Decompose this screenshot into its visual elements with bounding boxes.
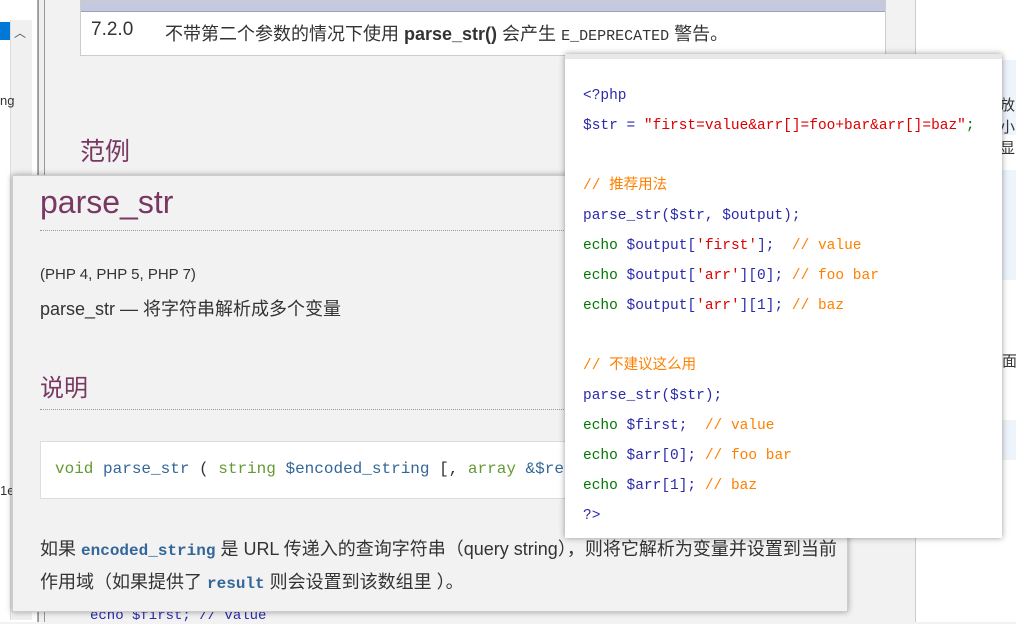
right-fragment: 小显 <box>1000 119 1016 157</box>
code-line: ?> <box>583 501 975 531</box>
code-token: echo <box>583 298 627 314</box>
version-cell: 7.2.0 <box>91 19 134 40</box>
description-cell: 不带第二个参数的情况下使用 parse_str() 会产生 E_DEPRECAT… <box>165 24 729 45</box>
refpurpose: parse_str — 将字符串解析成多个变量 <box>40 299 342 319</box>
code-line: echo $arr[0]; // foo bar <box>583 441 975 471</box>
code-line: $str = "first=value&arr[]=foo+bar&arr[]=… <box>583 111 975 141</box>
code-token: $first; <box>626 418 705 434</box>
code-token: // foo bar <box>791 268 879 284</box>
code-token: $arr[1]; <box>626 478 705 494</box>
code-token: ; <box>965 118 975 134</box>
code-token: // value <box>791 238 862 254</box>
right-fragment: 面 <box>1002 353 1016 370</box>
code-token: parse_str($str, $output); <box>583 208 801 224</box>
selected-item[interactable] <box>0 22 10 40</box>
right-fragment: 放 <box>1000 97 1016 114</box>
code-token: $output[ <box>626 238 697 254</box>
code-token: $output[ <box>626 268 697 284</box>
code-line: echo $arr[1]; // baz <box>583 471 975 501</box>
code-line: echo $output['first']; // value <box>583 231 975 261</box>
code-token: ][1]; <box>739 298 792 314</box>
code-token: // baz <box>791 298 845 314</box>
code-token: echo <box>583 268 627 284</box>
code-token: echo <box>583 418 627 434</box>
examples-heading: 范例 <box>80 138 131 166</box>
code-line: <?php <box>583 81 975 111</box>
code-line: // 不建议这么用 <box>583 351 975 381</box>
code-token: "first=value&arr[]=foo+bar&arr[]=baz" <box>643 118 966 134</box>
code-block: <?php $str = "first=value&arr[]=foo+bar&a… <box>583 81 975 531</box>
code-token: <?php <box>583 88 627 104</box>
code-token: // 不建议这么用 <box>583 358 697 374</box>
code-line: parse_str($str, $output); <box>583 201 975 231</box>
code-line: parse_str($str); <box>583 381 975 411</box>
code-token: ?> <box>583 508 601 524</box>
code-token: = <box>617 118 644 134</box>
code-token: ]; <box>757 238 792 254</box>
code-token: 'arr' <box>696 298 740 314</box>
description-paragraph: 如果 encoded_string 是 URL 传递入的查询字符串（query … <box>40 539 837 593</box>
code-token: echo <box>583 238 627 254</box>
code-token: 'first' <box>696 238 758 254</box>
code-line: echo $output['arr'][1]; // baz <box>583 291 975 321</box>
left-fragment: ng <box>0 93 15 108</box>
code-token: $str <box>583 118 618 134</box>
changelog-table: 7.2.0 不带第二个参数的情况下使用 parse_str() 会产生 E_DE… <box>80 0 886 56</box>
code-token: // value <box>704 418 775 434</box>
code-token: $arr[0]; <box>626 448 705 464</box>
code-token: // foo bar <box>704 448 792 464</box>
description-heading: 说明 <box>40 375 88 402</box>
code-token: ][0]; <box>739 268 792 284</box>
table-header <box>81 1 885 12</box>
code-token: echo <box>583 448 627 464</box>
code-token: 'arr' <box>696 268 740 284</box>
code-line: // 推荐用法 <box>583 171 975 201</box>
code-example-popup: <?php $str = "first=value&arr[]=foo+bar&a… <box>565 54 1002 538</box>
chevron-up-icon[interactable]: ︿ <box>14 24 26 41</box>
code-token: $output[ <box>626 298 697 314</box>
param-link[interactable]: result <box>207 575 265 593</box>
code-token: parse_str($str); <box>583 388 723 404</box>
code-token: // baz <box>704 478 758 494</box>
code-line: echo $output['arr'][0]; // foo bar <box>583 261 975 291</box>
code-token: // 推荐用法 <box>583 178 668 194</box>
param-link[interactable]: encoded_string <box>81 542 215 560</box>
page-title: parse_str <box>40 184 174 220</box>
code-line: echo $first; // value <box>583 411 975 441</box>
code-token: echo <box>583 478 627 494</box>
versions: (PHP 4, PHP 5, PHP 7) <box>40 266 196 283</box>
